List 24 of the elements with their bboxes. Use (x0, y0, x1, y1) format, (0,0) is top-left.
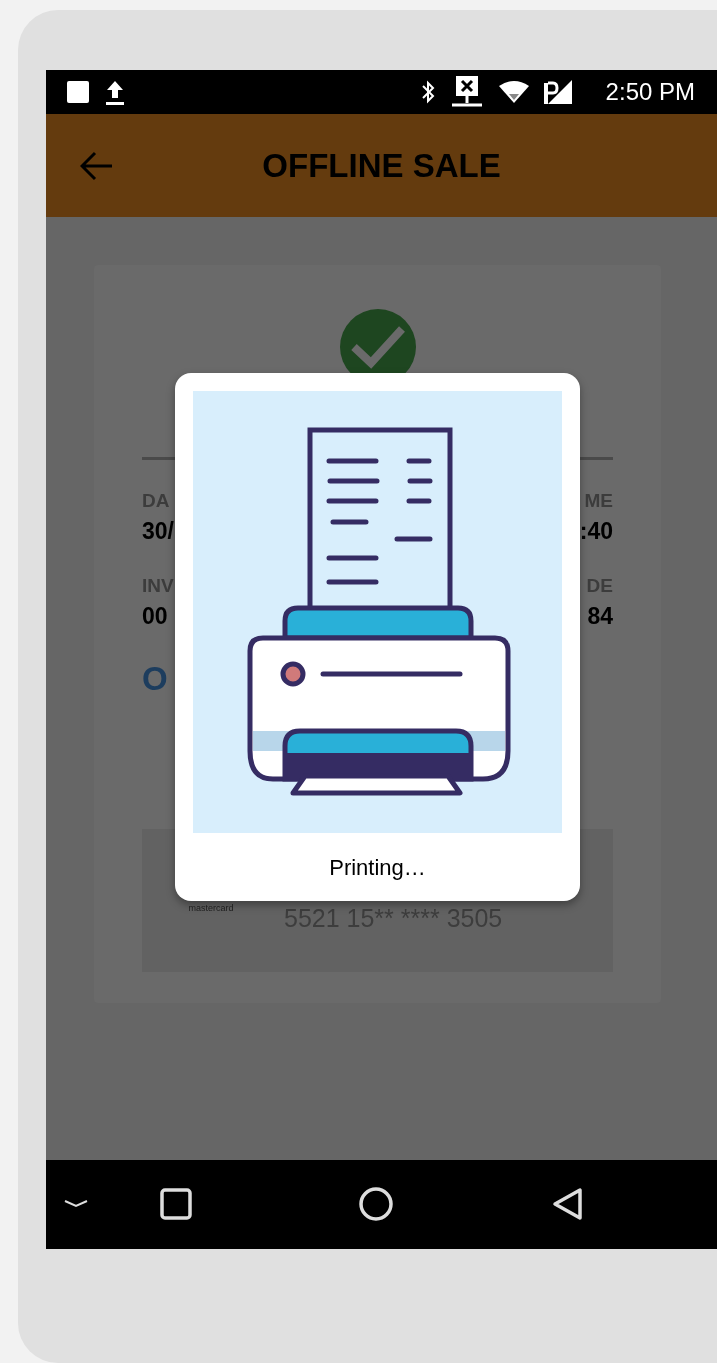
triangle-left-icon (552, 1187, 584, 1221)
notification-square-icon (66, 80, 90, 104)
back-arrow-icon (80, 150, 114, 181)
signal-icon (543, 79, 572, 105)
home-button[interactable] (359, 1187, 393, 1221)
field-value: :40 (579, 518, 613, 545)
network-error-icon (449, 75, 484, 109)
field-value: 00 (142, 603, 169, 630)
card-brand-text: mastercard (188, 903, 234, 913)
recents-button[interactable] (160, 1188, 192, 1220)
screen-title: OFFLINE SALE (262, 146, 501, 184)
back-nav-button[interactable] (552, 1187, 584, 1221)
field-value: 30/ (142, 518, 174, 545)
section-heading: O (142, 660, 168, 698)
status-time: 2:50 PM (605, 78, 695, 106)
upload-icon (104, 79, 126, 105)
hide-keyboard-button[interactable] (64, 1199, 88, 1209)
bluetooth-icon (419, 79, 436, 105)
wifi-icon (497, 80, 530, 104)
square-icon (160, 1188, 192, 1220)
field-value: 84 (587, 603, 613, 630)
circle-icon (359, 1187, 393, 1221)
printing-message: Printing… (329, 855, 426, 881)
chevron-down-icon (64, 1199, 88, 1209)
